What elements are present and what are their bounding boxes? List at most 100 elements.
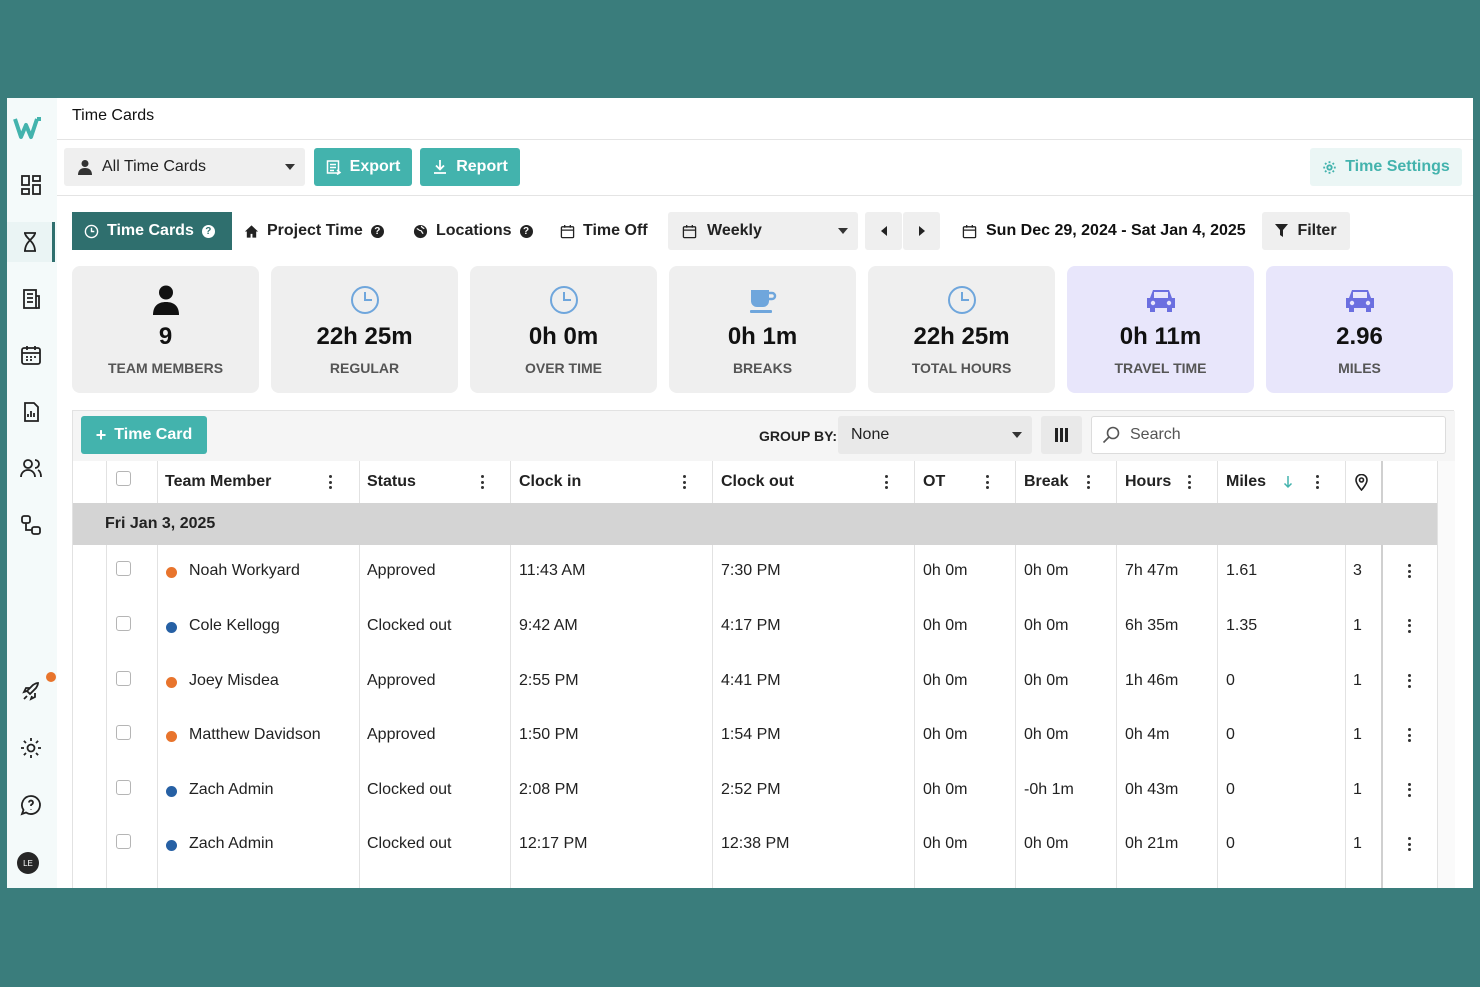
scrollbar-track[interactable] — [1437, 461, 1455, 888]
column-header-break[interactable]: Break — [1024, 461, 1068, 503]
cell-miles: 0 — [1226, 835, 1235, 853]
home-icon — [244, 224, 259, 238]
row-menu-icon[interactable] — [1407, 564, 1411, 579]
cell-member[interactable]: Noah Workyard — [189, 562, 300, 580]
group-by-select[interactable]: None — [838, 416, 1032, 454]
cell-member[interactable]: Zach Admin — [189, 835, 273, 853]
next-period-button[interactable] — [903, 212, 940, 250]
cell-ot: 0h 0m — [923, 562, 968, 580]
column-header-team-member[interactable]: Team Member — [165, 461, 271, 503]
row-menu-icon[interactable] — [1407, 837, 1411, 852]
row-checkbox[interactable] — [116, 670, 131, 686]
sidebar: LE — [7, 98, 57, 888]
row-menu-icon[interactable] — [1407, 728, 1411, 743]
time-card-filter-select[interactable]: All Time Cards — [64, 148, 305, 186]
report-icon[interactable] — [7, 392, 55, 432]
status-dot — [166, 676, 177, 688]
status-dot — [166, 840, 177, 852]
calendar-icon — [682, 224, 697, 238]
column-menu-icon[interactable] — [328, 475, 332, 489]
column-menu-icon[interactable] — [1086, 475, 1090, 489]
row-checkbox[interactable] — [116, 561, 131, 577]
report-button[interactable]: Report — [420, 148, 520, 186]
row-checkbox[interactable] — [116, 834, 131, 850]
filter-button[interactable]: Filter — [1262, 212, 1350, 250]
divider — [57, 139, 1473, 140]
column-header-clock-out[interactable]: Clock out — [721, 461, 794, 503]
support-chat-icon[interactable] — [7, 785, 55, 825]
calendar-icon[interactable] — [7, 335, 55, 375]
time-settings-button[interactable]: Time Settings — [1310, 148, 1462, 186]
previous-period-button[interactable] — [865, 212, 902, 250]
gear-icon[interactable] — [7, 728, 55, 768]
cell-member[interactable]: Cole Kellogg — [189, 617, 280, 635]
tab-time-cards[interactable]: Time Cards ? — [72, 212, 232, 250]
integrations-icon[interactable] — [7, 505, 55, 545]
stat-card-over-time: 0h 0m OVER TIME — [470, 266, 657, 393]
column-header-status[interactable]: Status — [367, 461, 416, 503]
row-menu-icon[interactable] — [1407, 673, 1411, 688]
date-range-picker[interactable]: Sun Dec 29, 2024 - Sat Jan 4, 2025 — [962, 212, 1246, 250]
avatar[interactable]: LE — [17, 852, 39, 874]
cell-member[interactable]: Matthew Davidson — [189, 726, 321, 744]
search-field[interactable]: Search — [1091, 416, 1446, 454]
help-icon[interactable]: ? — [370, 224, 384, 238]
group-header-row: Fri Jan 3, 2025 — [73, 503, 1437, 545]
column-header-miles[interactable]: Miles — [1226, 461, 1266, 503]
download-icon — [434, 160, 447, 174]
export-button[interactable]: Export — [314, 148, 412, 186]
row-checkbox[interactable] — [116, 779, 131, 795]
add-time-card-button[interactable]: + Time Card — [81, 416, 207, 454]
cell-break: 0h 0m — [1024, 726, 1069, 744]
group-date-label: Fri Jan 3, 2025 — [105, 515, 216, 532]
column-header-clock-in[interactable]: Clock in — [519, 461, 581, 503]
row-menu-icon[interactable] — [1407, 782, 1411, 797]
tab-project-time[interactable]: Project Time ? — [232, 212, 392, 250]
cell-member[interactable]: Joey Misdea — [189, 672, 279, 690]
tab-locations[interactable]: Locations ? — [401, 212, 546, 250]
columns-toggle-button[interactable] — [1041, 416, 1082, 454]
add-time-card-label: Time Card — [114, 426, 193, 443]
column-menu-icon[interactable] — [985, 475, 989, 489]
chevron-down-icon — [285, 164, 295, 170]
tab-time-off[interactable]: Time Off — [548, 212, 658, 250]
cell-ot: 0h 0m — [923, 616, 968, 634]
status-dot — [166, 567, 177, 579]
period-mode-select[interactable]: Weekly — [668, 212, 858, 250]
column-menu-icon[interactable] — [682, 475, 686, 489]
select-all-checkbox[interactable] — [116, 471, 131, 486]
cell-ot: 0h 0m — [923, 780, 968, 798]
chevron-down-icon — [838, 228, 848, 234]
row-checkbox[interactable] — [116, 615, 131, 631]
column-header-hours[interactable]: Hours — [1125, 461, 1171, 503]
column-menu-icon[interactable] — [884, 475, 888, 489]
search-placeholder: Search — [1130, 426, 1181, 443]
search-icon — [1102, 426, 1120, 444]
stat-card-breaks: 0h 1m BREAKS — [669, 266, 856, 393]
columns-icon — [1055, 428, 1068, 442]
dashboard-icon[interactable] — [7, 165, 55, 205]
stat-label: REGULAR — [329, 360, 400, 376]
stat-label: TOTAL HOURS — [911, 360, 1012, 376]
chevron-down-icon — [1012, 432, 1022, 438]
cell-locations: 1 — [1353, 726, 1362, 744]
help-icon[interactable]: ? — [201, 224, 215, 238]
column-header-ot[interactable]: OT — [923, 461, 945, 503]
row-menu-icon[interactable] — [1407, 618, 1411, 633]
cell-ot: 0h 0m — [923, 671, 968, 689]
cell-member[interactable]: Zach Admin — [189, 781, 273, 799]
hourglass-icon[interactable] — [7, 222, 55, 262]
building-icon[interactable] — [7, 279, 55, 319]
workyard-logo[interactable] — [13, 113, 43, 143]
column-menu-icon[interactable] — [1315, 475, 1319, 489]
column-menu-icon[interactable] — [1187, 475, 1191, 489]
team-icon[interactable] — [7, 448, 55, 488]
map-pin-icon[interactable] — [1355, 474, 1368, 491]
column-menu-icon[interactable] — [480, 475, 484, 489]
row-checkbox[interactable] — [116, 725, 131, 741]
tab-label: Project Time — [267, 222, 363, 239]
cell-break: -0h 1m — [1024, 780, 1074, 798]
help-icon[interactable]: ? — [519, 224, 533, 238]
cell-hours: 0h 21m — [1125, 835, 1179, 853]
sort-descending-icon[interactable] — [1283, 475, 1293, 489]
